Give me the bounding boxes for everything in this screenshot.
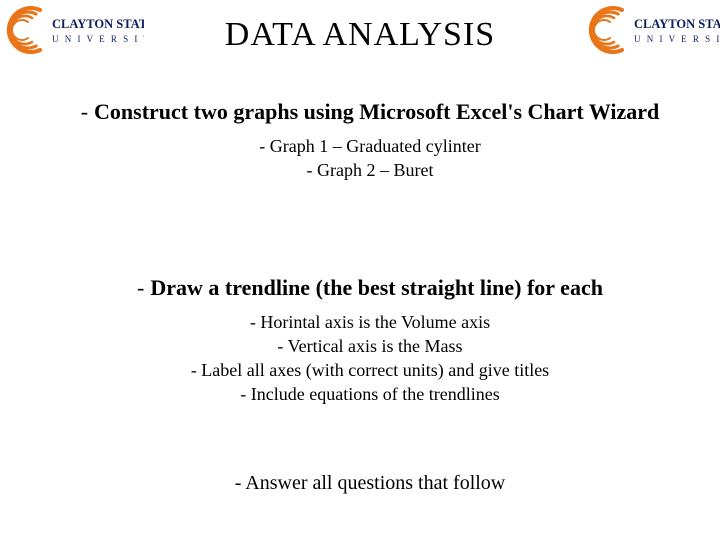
section2-sub3: - Label all axes (with correct units) an…: [72, 358, 668, 382]
bullet-dash: -: [137, 274, 144, 302]
section1-lead-text: Construct two graphs using Microsoft Exc…: [94, 99, 659, 124]
section1-sub1: - Graph 1 – Graduated cylinter: [72, 134, 668, 158]
section1-lead: -Construct two graphs using Microsoft Ex…: [72, 98, 668, 126]
bullet-dash: -: [81, 98, 88, 126]
section-answer: - Answer all questions that follow: [72, 470, 668, 497]
section2-sub4: - Include equations of the trendlines: [72, 382, 668, 406]
section-construct: -Construct two graphs using Microsoft Ex…: [72, 98, 668, 182]
section2-sub2: - Vertical axis is the Mass: [72, 334, 668, 358]
section2-lead: -Draw a trendline (the best straight lin…: [72, 274, 668, 302]
section-trendline: -Draw a trendline (the best straight lin…: [72, 274, 668, 407]
section3-line: - Answer all questions that follow: [72, 470, 668, 497]
section2-lead-text: Draw a trendline (the best straight line…: [150, 275, 603, 300]
section2-sub1: - Horintal axis is the Volume axis: [72, 310, 668, 334]
slide: CLAYTON STATE U N I V E R S I T Y CLAYTO…: [0, 0, 720, 540]
page-title: DATA ANALYSIS: [0, 16, 720, 54]
section1-sub2: - Graph 2 – Buret: [72, 158, 668, 182]
